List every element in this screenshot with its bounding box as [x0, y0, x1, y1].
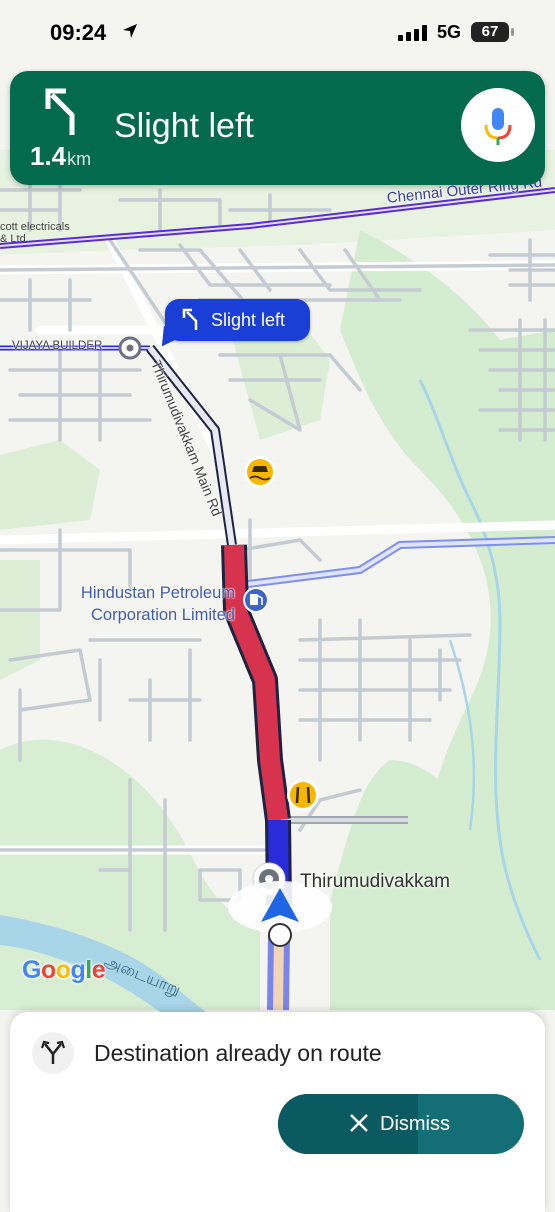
dismiss-label: Dismiss [380, 1113, 450, 1135]
dismiss-button[interactable]: Dismiss [278, 1094, 524, 1154]
status-bar: 09:24 5G 67 [0, 0, 555, 64]
slight-left-turn-icon [45, 88, 75, 135]
turn-distance-value: 1.4 [30, 141, 67, 171]
route-merge-icon-wrap [32, 1032, 74, 1074]
turn-callout: Slight left [165, 299, 310, 341]
voice-search-button[interactable] [461, 88, 535, 162]
poi-label-hp-line1: Hindustan Petroleum [80, 584, 235, 602]
poi-label-hp-line2: Corporation Limited [91, 606, 235, 624]
battery-level: 67 [481, 23, 499, 40]
microphone-icon [484, 108, 512, 145]
route-notice-sheet: Destination already on route Dismiss [10, 1012, 545, 1212]
battery-tip [511, 28, 514, 36]
turn-distance-unit: km [67, 149, 92, 169]
location-arrow-icon [123, 24, 137, 38]
network-type: 5G [437, 22, 462, 42]
vijaya-pin-icon [118, 336, 142, 360]
poi-label-electricals-line2: & Ltd [0, 233, 26, 245]
poi-label-electricals: cott electricals & Ltd [0, 221, 70, 245]
poi-label-hp: Hindustan Petroleum Corporation Limited [40, 582, 235, 626]
google-logo: Google [22, 956, 106, 984]
signal-icon [398, 25, 427, 41]
fuel-station-icon [243, 587, 269, 613]
turn-distance: 1.4km [30, 141, 91, 172]
poi-label-vijaya: VIJAYA BUILDER [12, 340, 103, 352]
place-label-locality: Thirumudivakkam [300, 871, 450, 892]
hazard-vehicle-icon [244, 456, 276, 488]
route-merge-icon [40, 1040, 66, 1064]
status-time: 09:24 [50, 20, 107, 45]
navigation-banner[interactable]: 1.4km Slight left [10, 71, 545, 185]
battery-icon: 67 [471, 22, 509, 42]
slight-left-arrow-icon [182, 308, 198, 330]
poi-label-electricals-line1: cott electricals [0, 221, 70, 233]
callout-label: Slight left [211, 310, 286, 330]
turn-instruction: Slight left [114, 107, 254, 145]
close-icon [350, 1114, 368, 1132]
narrow-road-icon [287, 779, 319, 811]
notice-message: Destination already on route [94, 1040, 382, 1066]
